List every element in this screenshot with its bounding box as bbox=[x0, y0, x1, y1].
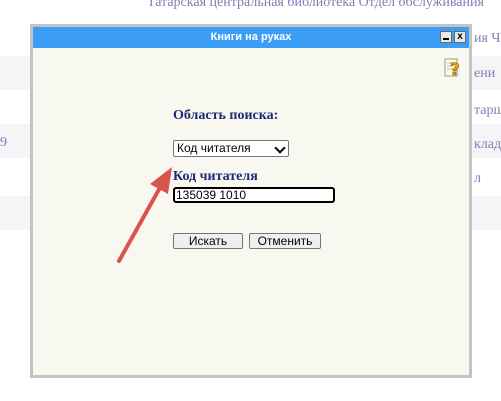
books-on-hand-dialog: Книги на руках x ? Область поиска: Код ч… bbox=[30, 24, 472, 378]
dialog-content: ? Область поиска: Код читателя Код читат… bbox=[33, 48, 469, 375]
bg-fragment-2[interactable]: ени bbox=[474, 66, 495, 82]
bg-fragment-4[interactable]: клад bbox=[474, 137, 501, 153]
help-question-icon[interactable]: ? bbox=[443, 56, 465, 80]
reader-code-label: Код читателя bbox=[173, 169, 258, 184]
bg-fragment-5[interactable]: л bbox=[474, 171, 481, 187]
dialog-title: Книги на руках bbox=[210, 31, 292, 43]
reader-code-input[interactable]: 135039 1010 bbox=[173, 187, 335, 203]
svg-text:?: ? bbox=[450, 60, 460, 80]
search-area-label: Область поиска: bbox=[173, 108, 279, 123]
minimize-button[interactable] bbox=[440, 31, 452, 43]
bg-left-fragment[interactable]: 9 bbox=[0, 135, 7, 151]
dialog-titlebar[interactable]: Книги на руках x bbox=[33, 27, 469, 48]
reader-code-value: 135039 1010 bbox=[176, 188, 247, 202]
search-area-selected: Код читателя bbox=[177, 141, 251, 155]
bg-header-text[interactable]: Татарская центральная библиотека Отдел о… bbox=[147, 0, 484, 11]
close-icon: x bbox=[457, 31, 463, 42]
search-area-select[interactable]: Код читателя bbox=[173, 140, 289, 157]
chevron-down-icon bbox=[274, 142, 286, 154]
cancel-button[interactable]: Отменить bbox=[249, 233, 321, 249]
bg-fragment-3[interactable]: тарш bbox=[474, 103, 501, 119]
search-button[interactable]: Искать bbox=[173, 233, 243, 249]
close-button[interactable]: x bbox=[454, 31, 466, 43]
bg-fragment-1[interactable]: ия Ч bbox=[474, 31, 501, 47]
